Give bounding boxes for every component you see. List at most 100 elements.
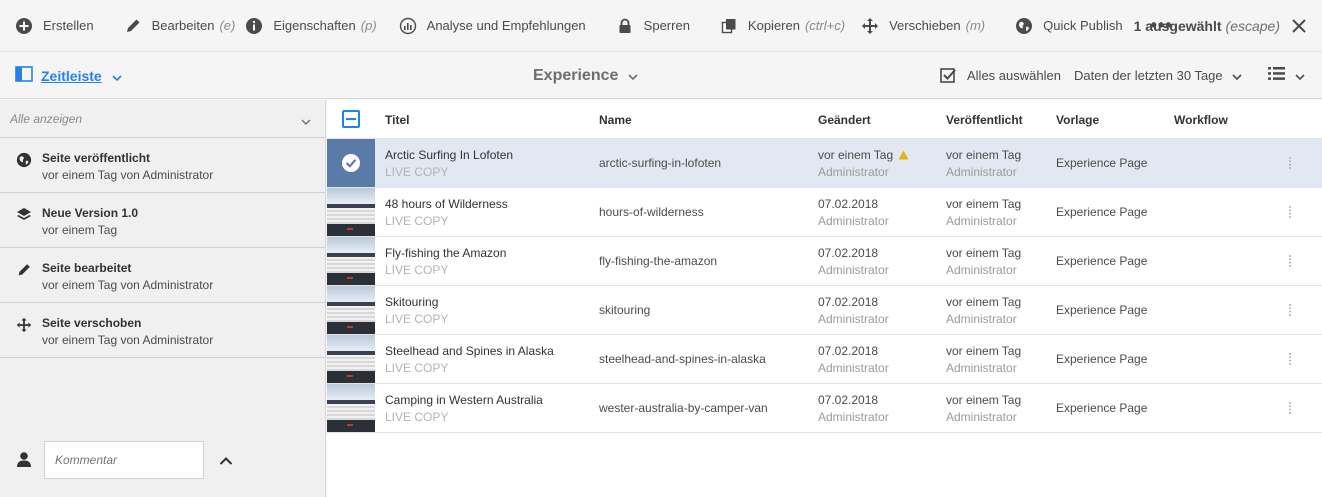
chevron-down-icon [112, 68, 122, 84]
edit-label: Bearbeiten [151, 18, 215, 33]
comment-area [0, 441, 325, 497]
row-live-copy-label: LIVE COPY [385, 263, 449, 277]
rail-toggle-timeline[interactable]: Zeitleiste [15, 52, 122, 99]
drag-handle-icon[interactable] [1287, 303, 1293, 317]
row-modified: 07.02.2018 [818, 197, 878, 211]
row-title: Fly-fishing the Amazon [385, 246, 507, 260]
analytics-button[interactable]: Analyse und Empfehlungen [391, 0, 594, 52]
row-published-by: Administrator [946, 165, 1017, 179]
row-template: Experience Page [1056, 205, 1148, 219]
row-modified: vor einem Tag [818, 148, 909, 163]
column-header-workflow[interactable]: Workflow [1174, 100, 1228, 139]
row-template: Experience Page [1056, 401, 1148, 415]
copy-icon [720, 17, 738, 35]
timeline-item[interactable]: Seite bearbeitet vor einem Tag von Admin… [0, 248, 325, 303]
chevron-down-icon [628, 67, 638, 85]
chevron-down-icon [301, 114, 311, 128]
checkbox-checked-icon [940, 67, 957, 84]
row-live-copy-label: LIVE COPY [385, 361, 449, 375]
table-row[interactable]: Skitouring LIVE COPY skitouring 07.02.2018 A… [327, 286, 1322, 335]
timeline-item[interactable]: Neue Version 1.0 vor einem Tag [0, 193, 325, 248]
timeline-filter-dropdown[interactable]: Alle anzeigen [0, 100, 325, 138]
create-button[interactable]: Erstellen [0, 0, 102, 52]
column-header-name[interactable]: Name [599, 100, 632, 139]
row-modified-date: 07.02.2018 [818, 197, 879, 211]
row-template: Experience Page [1056, 156, 1148, 170]
selection-count: 1 ausgewählt (escape) [1134, 0, 1280, 52]
lock-icon [616, 17, 634, 35]
lock-button[interactable]: Sperren [608, 0, 698, 52]
move-button[interactable]: Verschieben (m) [853, 0, 993, 52]
properties-button[interactable]: Eigenschaften (p) [243, 0, 384, 52]
page-title[interactable]: Experience [533, 52, 638, 99]
row-template: Experience Page [1056, 303, 1148, 317]
globe-icon [16, 152, 32, 168]
row-published: vor einem Tag [946, 197, 1022, 211]
quick-publish-button[interactable]: Quick Publish [1007, 0, 1130, 52]
row-published: vor einem Tag [946, 393, 1022, 407]
close-icon[interactable] [1290, 17, 1308, 35]
drag-handle-icon[interactable] [1287, 205, 1293, 219]
page-thumbnail[interactable] [327, 335, 375, 383]
timeline-item-subtitle: vor einem Tag von Administrator [42, 278, 214, 292]
table-row[interactable]: Steelhead and Spines in Alaska LIVE COPY s… [327, 335, 1322, 384]
page-thumbnail[interactable] [327, 237, 375, 285]
timeline-item-title: Seite veröffentlicht [42, 151, 151, 165]
row-published: vor einem Tag [946, 148, 1022, 162]
row-modified: 07.02.2018 [818, 246, 878, 260]
table-header: Titel Name Geändert Veröffentlicht Vorla… [327, 100, 1322, 139]
secondary-bar: Zeitleiste Experience Alles auswählen Da… [0, 52, 1322, 99]
view-switcher[interactable] [1268, 52, 1305, 99]
timeline-item-subtitle: vor einem Tag von Administrator [42, 168, 214, 182]
chevron-up-icon[interactable] [219, 453, 233, 471]
page-thumbnail[interactable] [327, 188, 375, 236]
move-label: Verschieben [889, 18, 961, 33]
copy-shortcut: (ctrl+c) [804, 18, 846, 33]
info-icon [245, 17, 263, 35]
column-header-modified[interactable]: Geändert [818, 100, 871, 139]
table-row[interactable]: Fly-fishing the Amazon LIVE COPY fly-fishi… [327, 237, 1322, 286]
layers-icon [16, 207, 32, 223]
drag-handle-icon[interactable] [1287, 352, 1293, 366]
row-published-by: Administrator [946, 312, 1017, 326]
page-thumbnail[interactable] [327, 384, 375, 432]
page-title-label: Experience [533, 66, 619, 84]
drag-handle-icon[interactable] [1287, 156, 1293, 170]
comment-input[interactable] [44, 441, 204, 479]
row-modified-by: Administrator [818, 214, 889, 228]
edit-button[interactable]: Bearbeiten (e) [116, 0, 244, 52]
row-template: Experience Page [1056, 352, 1148, 366]
page-thumbnail[interactable] [327, 286, 375, 334]
table-row[interactable]: Arctic Surfing In Lofoten LIVE COPY arctic… [327, 139, 1322, 188]
row-modified: 07.02.2018 [818, 393, 878, 407]
column-header-published[interactable]: Veröffentlicht [946, 100, 1023, 139]
table-row[interactable]: 48 hours of Wilderness LIVE COPY hours-of-… [327, 188, 1322, 237]
row-modified-date: 07.02.2018 [818, 246, 879, 260]
drag-handle-icon[interactable] [1287, 254, 1293, 268]
selection-escape-hint: (escape) [1225, 18, 1280, 34]
row-modified-by: Administrator [818, 410, 889, 424]
column-header-title[interactable]: Titel [385, 100, 409, 139]
quick-publish-label: Quick Publish [1043, 18, 1123, 33]
globe-icon [1015, 17, 1033, 35]
row-published: vor einem Tag [946, 295, 1022, 309]
select-all-button[interactable]: Alles auswählen [940, 52, 1061, 99]
column-header-template[interactable]: Vorlage [1056, 100, 1099, 139]
timeline-item[interactable]: Seite veröffentlicht vor einem Tag von A… [0, 138, 325, 193]
row-live-copy-label: LIVE COPY [385, 214, 449, 228]
row-published-by: Administrator [946, 361, 1017, 375]
date-range-dropdown[interactable]: Daten der letzten 30 Tage [1074, 52, 1242, 99]
row-name: steelhead-and-spines-in-alaska [599, 352, 766, 366]
select-all-checkbox[interactable] [342, 110, 360, 128]
copy-button[interactable]: Kopieren (ctrl+c) [712, 0, 853, 52]
row-published-by: Administrator [946, 263, 1017, 277]
row-selected-checkbox[interactable] [327, 139, 375, 187]
timeline-item[interactable]: Seite verschoben vor einem Tag von Admin… [0, 303, 325, 358]
drag-handle-icon[interactable] [1287, 401, 1293, 415]
table-row[interactable]: Camping in Western Australia LIVE COPY wes… [327, 384, 1322, 433]
row-modified-date: 07.02.2018 [818, 344, 879, 358]
select-all-label: Alles auswählen [967, 68, 1061, 83]
row-live-copy-label: LIVE COPY [385, 312, 449, 326]
timeline-item-subtitle: vor einem Tag [42, 223, 118, 237]
properties-shortcut: (p) [360, 18, 377, 33]
